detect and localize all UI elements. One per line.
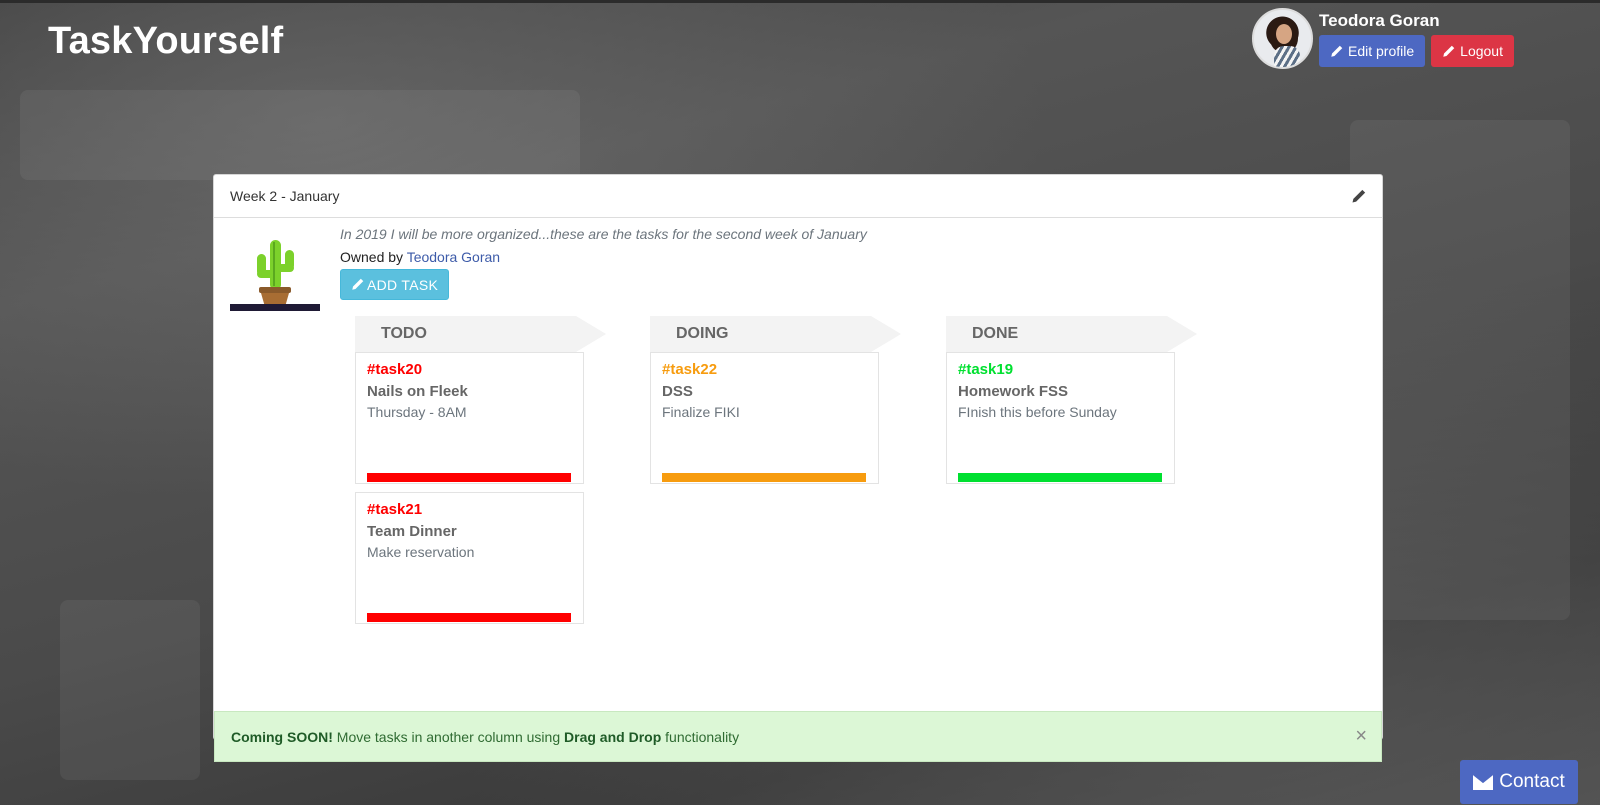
board-body: In 2019 I will be more organized...these… [214, 218, 1382, 762]
owner-line: Owned by Teodora Goran [340, 249, 500, 265]
board-description: In 2019 I will be more organized...these… [340, 226, 867, 242]
task-card[interactable]: #task21 Team Dinner Make reservation [355, 492, 584, 624]
column-doing: DOING #task22 DSS Finalize FIKI [650, 316, 901, 492]
task-title: Nails on Fleek [367, 383, 468, 400]
task-status-bar [367, 473, 571, 482]
app-brand[interactable]: TaskYourself [48, 20, 283, 63]
edit-profile-button[interactable]: Edit profile [1319, 35, 1426, 67]
column-todo: TODO #task20 Nails on Fleek Thursday - 8… [355, 316, 606, 632]
user-name: Teodora Goran [1319, 11, 1440, 30]
contact-label: Contact [1499, 771, 1565, 792]
alert-text-mid: Move tasks in another column using [332, 728, 565, 745]
task-id: #task19 [958, 361, 1014, 378]
edit-profile-label: Edit profile [1348, 43, 1415, 59]
close-icon[interactable]: × [1355, 726, 1367, 746]
board-header: Week 2 - January [214, 175, 1382, 218]
pencil-icon [352, 278, 364, 290]
task-status-bar [958, 473, 1162, 482]
logout-label: Logout [1460, 43, 1503, 59]
task-description: Make reservation [367, 544, 475, 560]
task-card[interactable]: #task19 Homework FSS FInish this before … [946, 352, 1175, 484]
task-title: Homework FSS [958, 383, 1069, 400]
cactus-logo [257, 240, 294, 307]
task-status-bar [662, 473, 866, 482]
pencil-icon [1443, 45, 1455, 57]
alert-text-end: functionality [661, 728, 740, 745]
task-id: #task20 [367, 361, 423, 378]
owned-by-label: Owned by [340, 249, 404, 265]
board-title: Week 2 - January [230, 188, 340, 204]
pencil-icon [1331, 45, 1343, 57]
profile-info: Teodora Goran Edit profile Logout [1319, 8, 1514, 69]
logout-button[interactable]: Logout [1431, 35, 1514, 67]
task-description: Thursday - 8AM [367, 404, 467, 420]
owner-link[interactable]: Teodora Goran [407, 249, 500, 265]
task-description: FInish this before Sunday [958, 404, 1117, 420]
user-profile: Teodora Goran Edit profile Logout [1252, 8, 1514, 69]
alert-text: Coming SOON! Move tasks in another colum… [231, 729, 739, 745]
info-alert: Coming SOON! Move tasks in another colum… [214, 711, 1382, 762]
task-card[interactable]: #task20 Nails on Fleek Thursday - 8AM [355, 352, 584, 484]
task-id: #task21 [367, 501, 423, 518]
task-description: Finalize FIKI [662, 404, 740, 420]
column-header: DOING [650, 316, 901, 352]
task-title: DSS [662, 383, 693, 400]
add-task-label: ADD TASK [367, 276, 439, 293]
background-decoration [20, 90, 580, 180]
avatar[interactable] [1252, 8, 1313, 69]
board-card: Week 2 - January In 2019 I will be more … [213, 174, 1383, 762]
add-task-button[interactable]: ADD TASK [340, 269, 450, 300]
column-header: DONE [946, 316, 1197, 352]
alert-strong-prefix: Coming SOON! [231, 728, 333, 745]
task-title: Team Dinner [367, 523, 457, 540]
background-decoration [1350, 120, 1570, 620]
pencil-icon[interactable] [1351, 189, 1366, 204]
envelope-icon [1473, 774, 1494, 790]
task-id: #task22 [662, 361, 718, 378]
column-done: DONE #task19 Homework FSS FInish this be… [946, 316, 1197, 492]
task-card[interactable]: #task22 DSS Finalize FIKI [650, 352, 879, 484]
alert-strong-feature: Drag and Drop [564, 728, 662, 745]
task-status-bar [367, 613, 571, 622]
background-decoration [60, 600, 200, 780]
top-border [0, 0, 1600, 3]
logo-strip [230, 304, 320, 311]
profile-actions: Edit profile Logout [1319, 35, 1514, 67]
contact-button[interactable]: Contact [1460, 760, 1578, 804]
column-header: TODO [355, 316, 606, 352]
